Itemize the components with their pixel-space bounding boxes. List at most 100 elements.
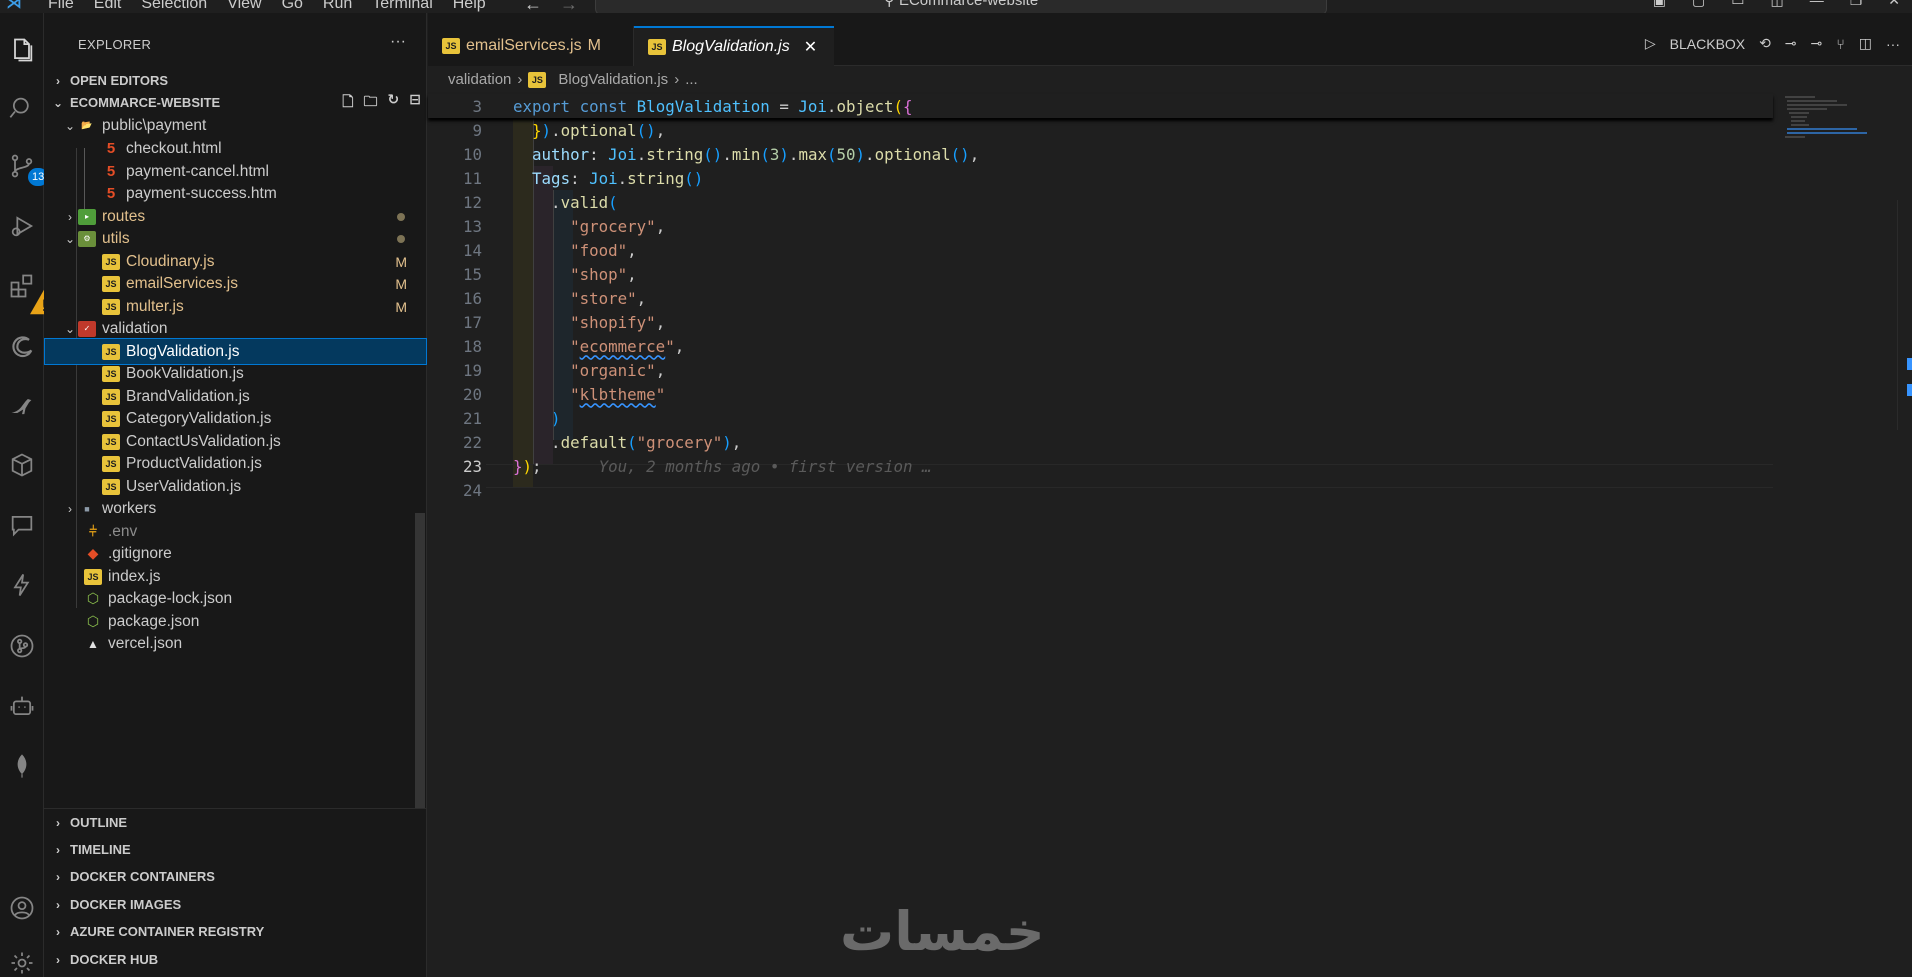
- menu-terminal[interactable]: Terminal: [372, 0, 432, 13]
- utils-folder-icon: ⚙: [78, 230, 96, 247]
- code-line: 3 export const BlogValidation = Joi.obje…: [472, 96, 913, 116]
- more-actions-icon[interactable]: ···: [390, 33, 406, 51]
- minimize-icon[interactable]: —: [1810, 0, 1824, 9]
- modified-marker: M: [395, 298, 407, 315]
- menu-selection[interactable]: Selection: [141, 0, 207, 13]
- close-window-icon[interactable]: ✕: [1888, 0, 1900, 9]
- folder-open-icon: 📂: [81, 120, 93, 130]
- new-folder-icon[interactable]: 🗀: [364, 91, 378, 115]
- restore-icon[interactable]: ❐: [1850, 0, 1863, 9]
- breadcrumb: validation › JS BlogValidation.js › ...: [448, 71, 698, 88]
- chat-icon[interactable]: [7, 510, 37, 540]
- chevron-right-icon: ›: [517, 71, 523, 88]
- chevron-down-icon: ⌄: [64, 321, 76, 336]
- js-file-icon: JS: [102, 410, 120, 427]
- account-icon[interactable]: [7, 893, 37, 923]
- toggle-secondary-icon[interactable]: ◫: [1770, 0, 1783, 9]
- azure-registry-section[interactable]: › AZURE CONTAINER REGISTRY: [44, 918, 427, 945]
- breadcrumb-file[interactable]: BlogValidation.js: [558, 71, 668, 88]
- chevron-right-icon: ›: [674, 71, 680, 88]
- menu-go[interactable]: Go: [282, 0, 303, 13]
- activity-bar: 13 !: [0, 13, 58, 977]
- toggle-sidebar-icon[interactable]: ▢: [1692, 0, 1705, 9]
- outline-section[interactable]: › OUTLINE: [44, 809, 427, 836]
- edge-browser-icon[interactable]: [7, 333, 37, 363]
- menu-help[interactable]: Help: [453, 0, 486, 13]
- breadcrumb-folder[interactable]: validation: [448, 71, 511, 88]
- refresh-icon[interactable]: ↻: [388, 91, 400, 115]
- tab-blogvalidation[interactable]: JS BlogValidation.js ✕: [634, 26, 834, 66]
- sticky-scroll-header[interactable]: 3 export const BlogValidation = Joi.obje…: [428, 94, 1773, 118]
- js-file-icon: JS: [442, 38, 460, 54]
- code-line: 15 "shop",: [462, 264, 637, 284]
- tree-file-vercel[interactable]: ▲ vercel.json: [44, 630, 427, 657]
- js-file-icon: JS: [102, 253, 120, 270]
- menu-view[interactable]: View: [227, 0, 261, 13]
- docker-containers-section[interactable]: › DOCKER CONTAINERS: [44, 863, 427, 890]
- more-actions-icon[interactable]: ···: [1886, 36, 1900, 52]
- collapse-all-icon[interactable]: ⊟: [409, 91, 421, 115]
- html-file-icon: 5: [106, 185, 116, 202]
- previous-change-icon[interactable]: ⊸: [1785, 35, 1797, 52]
- new-file-icon[interactable]: 🗋: [342, 91, 353, 115]
- tab-emailservices[interactable]: JS emailServices.js M: [428, 26, 634, 66]
- source-control-icon[interactable]: 13: [7, 151, 49, 186]
- leaf-icon[interactable]: [7, 751, 37, 781]
- menu-run[interactable]: Run: [323, 0, 352, 13]
- js-file-icon: JS: [102, 275, 120, 292]
- html-file-icon: 5: [106, 163, 116, 180]
- breadcrumb-more[interactable]: ...: [685, 71, 698, 88]
- explorer-actions: 🗋 🗀 ↻ ⊟: [342, 91, 421, 115]
- docker-hub-section[interactable]: › DOCKER HUB: [44, 946, 427, 973]
- code-line: 22 .default("grocery"),: [462, 432, 742, 452]
- code-editor[interactable]: 3 export const BlogValidation = Joi.obje…: [428, 94, 1788, 977]
- js-file-icon: JS: [102, 365, 120, 382]
- folder-icon: ■: [84, 503, 90, 514]
- explorer-title: EXPLORER: [78, 37, 152, 52]
- git-graph-icon[interactable]: [7, 631, 37, 661]
- timeline-section[interactable]: › TIMELINE: [44, 836, 427, 863]
- git-lens-icon[interactable]: ⑂: [1836, 36, 1844, 52]
- docker-images-section[interactable]: › DOCKER IMAGES: [44, 891, 427, 918]
- html-file-icon: 5: [106, 140, 116, 157]
- run-debug-icon[interactable]: [7, 211, 37, 241]
- lightning-icon[interactable]: [7, 570, 37, 600]
- run-icon[interactable]: ▷: [1645, 35, 1656, 52]
- kangaroo-icon[interactable]: [7, 391, 37, 421]
- js-file-icon: JS: [102, 388, 120, 405]
- docker-box-icon[interactable]: [7, 450, 37, 480]
- blackbox-button[interactable]: BLACKBOX: [1670, 36, 1745, 52]
- toggle-panel-icon[interactable]: ▭: [1731, 0, 1744, 9]
- chevron-right-icon: ›: [56, 842, 60, 857]
- sidebar-scrollbar[interactable]: [415, 513, 425, 808]
- vscode-logo-icon: ⋊: [6, 0, 22, 12]
- command-center-search[interactable]: ⚲ ECommarce-website: [595, 0, 1327, 13]
- split-editor-icon[interactable]: ◫: [1859, 35, 1872, 52]
- js-file-icon: JS: [102, 298, 120, 315]
- code-line: 20 "klbtheme": [462, 384, 666, 404]
- title-bar: ⋊ File Edit Selection View Go Run Termin…: [0, 0, 1912, 13]
- editor-tabs: JS emailServices.js M JS BlogValidation.…: [428, 13, 1912, 66]
- layout-icon[interactable]: ▣: [1653, 0, 1666, 9]
- code-line-current: 23 }); You, 2 months ago • first version…: [462, 456, 932, 476]
- extensions-icon[interactable]: !: [7, 271, 58, 315]
- robot-icon[interactable]: [7, 691, 37, 721]
- next-change-icon[interactable]: ⊸: [1811, 35, 1823, 52]
- chevron-right-icon: ›: [56, 924, 60, 939]
- minimap[interactable]: [1783, 94, 1898, 977]
- code-line: 16 "store",: [462, 288, 647, 308]
- back-arrow-icon[interactable]: ←: [524, 0, 542, 13]
- chevron-right-icon: ›: [56, 897, 60, 912]
- settings-gear-icon[interactable]: [7, 948, 37, 977]
- close-tab-icon[interactable]: ✕: [804, 37, 817, 57]
- open-changes-icon[interactable]: ⟲: [1759, 35, 1771, 52]
- js-file-icon: JS: [102, 455, 120, 472]
- search-activity-icon[interactable]: [7, 93, 37, 123]
- watermark-logo: خمسات: [840, 900, 1047, 963]
- menu-file[interactable]: File: [48, 0, 74, 13]
- explorer-icon[interactable]: [7, 35, 37, 65]
- forward-arrow-icon[interactable]: →: [560, 0, 578, 13]
- code-line: 21 ): [462, 408, 561, 428]
- scrollbar-marker: [1907, 384, 1912, 396]
- menu-edit[interactable]: Edit: [94, 0, 122, 13]
